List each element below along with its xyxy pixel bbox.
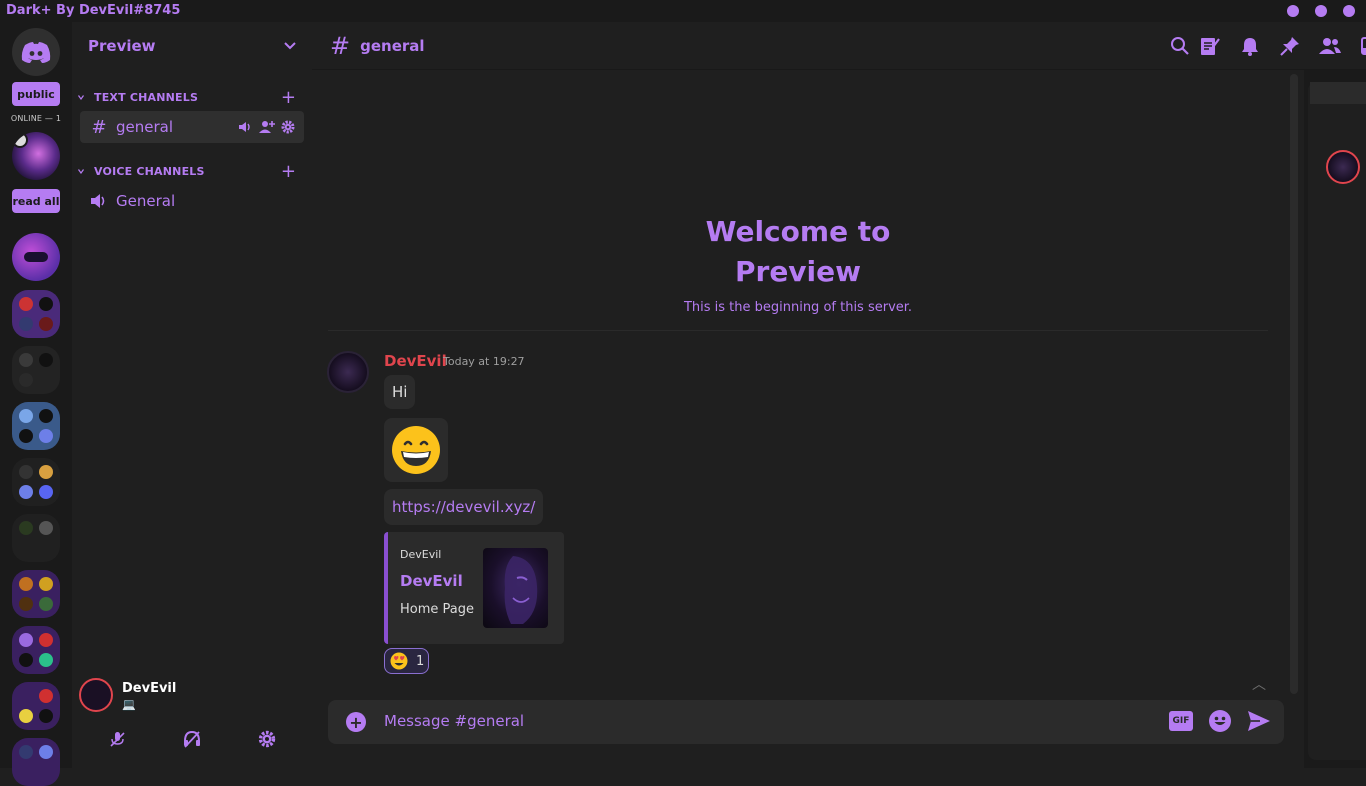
welcome-block: Welcome to Preview This is the beginning… — [328, 212, 1268, 315]
reaction-chip[interactable]: 1 — [384, 648, 429, 674]
user-avatar[interactable] — [79, 678, 113, 712]
settings-gear-icon[interactable] — [256, 728, 278, 750]
chevron-down-icon — [284, 42, 296, 50]
welcome-server-name: Preview — [734, 255, 862, 288]
server-folder-1[interactable] — [12, 290, 60, 338]
member-avatar[interactable] — [1326, 150, 1360, 184]
online-count: ONLINE — 1 — [10, 114, 62, 123]
server-rail: public ONLINE — 1 read all — [0, 22, 72, 786]
channel-sidebar: Preview TEXT CHANNELS + # general VOICE … — [72, 22, 312, 768]
laptop-icon: 💻 — [122, 698, 136, 711]
read-all-button[interactable]: read all — [12, 189, 60, 213]
reaction-count: 1 — [416, 653, 425, 669]
chevron-down-icon — [78, 94, 84, 100]
embed-title[interactable]: DevEvil — [400, 572, 463, 590]
channel-header: # general — [312, 22, 1366, 70]
avatar[interactable] — [327, 351, 369, 393]
server-folder-2[interactable] — [12, 346, 60, 394]
message-timestamp: Today at 19:27 — [443, 355, 525, 368]
embed-provider[interactable]: DevEvil — [400, 548, 441, 561]
add-channel-icon[interactable]: + — [281, 161, 296, 182]
server-folder-8[interactable] — [12, 682, 60, 730]
members-icon[interactable] — [1318, 34, 1342, 58]
server-folder-7[interactable] — [12, 626, 60, 674]
title-bar: Dark+ By DevEvil#8745 — [0, 0, 1366, 22]
message-composer: + Message #general GIF — [328, 700, 1284, 744]
divider — [328, 330, 1268, 331]
minimize-button[interactable] — [1287, 5, 1299, 17]
link-embed: DevEvil DevEvil Home Page — [384, 532, 564, 644]
server-folder-4[interactable] — [12, 458, 60, 506]
hash-icon: # — [330, 31, 351, 60]
speaker-icon[interactable] — [238, 120, 252, 134]
channel-title: general — [360, 36, 425, 55]
speaker-icon — [91, 194, 105, 208]
member-panel — [1308, 82, 1366, 760]
public-pill[interactable]: public — [12, 82, 60, 106]
header-toolbar — [1152, 34, 1366, 58]
server-icon-bot[interactable] — [12, 233, 60, 281]
notes-icon[interactable] — [1198, 34, 1222, 58]
message-input[interactable]: Message #general — [384, 712, 524, 730]
deafen-icon[interactable] — [181, 728, 203, 750]
inbox-icon[interactable] — [1358, 34, 1366, 58]
embed-description: Home Page — [400, 602, 474, 617]
attach-plus-icon[interactable]: + — [346, 712, 366, 732]
server-icon-featured[interactable] — [12, 132, 60, 180]
category-text-channels[interactable]: TEXT CHANNELS + — [78, 87, 306, 108]
home-button[interactable] — [12, 28, 60, 76]
gif-button[interactable]: GIF — [1169, 711, 1193, 731]
user-name: DevEvil — [122, 681, 177, 696]
server-folder-3[interactable] — [12, 402, 60, 450]
badge-icon — [12, 132, 28, 148]
welcome-subtitle: This is the beginning of this server. — [683, 300, 913, 315]
category-label: VOICE CHANNELS — [94, 164, 205, 178]
server-name: Preview — [88, 37, 156, 55]
server-folder-6[interactable] — [12, 570, 60, 618]
member-list-header — [1310, 82, 1366, 104]
heart-eyes-icon — [390, 652, 408, 670]
server-header[interactable]: Preview — [72, 22, 312, 70]
channel-name: General — [116, 192, 176, 210]
chevron-down-icon — [78, 168, 84, 174]
gear-icon[interactable] — [281, 120, 295, 134]
pin-icon[interactable] — [1278, 34, 1302, 58]
server-folder-9[interactable] — [12, 738, 60, 786]
message-emoji — [384, 418, 448, 482]
message-author[interactable]: DevEvil — [384, 352, 447, 370]
channel-item-general[interactable]: # general — [80, 111, 304, 143]
bell-icon[interactable] — [1238, 34, 1262, 58]
welcome-title: Welcome to — [705, 215, 891, 248]
chevron-up-icon[interactable]: ︿ — [1252, 674, 1266, 694]
hash-icon: # — [91, 116, 107, 138]
channel-name: general — [116, 118, 174, 136]
message-bubble: https://devevil.xyz/ — [384, 489, 544, 525]
server-folder-5[interactable] — [12, 514, 60, 562]
voice-channel-general[interactable]: General — [80, 185, 304, 217]
mute-icon[interactable] — [106, 728, 128, 750]
grinning-face-icon — [392, 426, 440, 474]
close-button[interactable] — [1343, 5, 1355, 17]
message-bubble: Hi — [384, 375, 416, 409]
category-label: TEXT CHANNELS — [94, 90, 199, 104]
send-icon[interactable] — [1247, 710, 1271, 732]
window-title: Dark+ By DevEvil#8745 — [6, 3, 181, 18]
maximize-button[interactable] — [1315, 5, 1327, 17]
member-list — [1304, 70, 1366, 768]
message-text: Hi — [392, 383, 408, 401]
chat-area: # general Welcome to Preview This is the… — [312, 22, 1366, 768]
category-voice-channels[interactable]: VOICE CHANNELS + — [78, 161, 306, 182]
invite-icon[interactable] — [259, 120, 275, 134]
message-link[interactable]: https://devevil.xyz/ — [392, 498, 535, 516]
search-icon[interactable] — [1168, 34, 1192, 58]
discord-logo-icon — [21, 42, 51, 63]
add-channel-icon[interactable]: + — [281, 87, 296, 108]
embed-thumbnail[interactable] — [483, 548, 548, 628]
scrollbar[interactable] — [1290, 74, 1298, 694]
user-panel: DevEvil 💻 — [72, 678, 312, 768]
emoji-picker-icon[interactable] — [1209, 710, 1231, 732]
